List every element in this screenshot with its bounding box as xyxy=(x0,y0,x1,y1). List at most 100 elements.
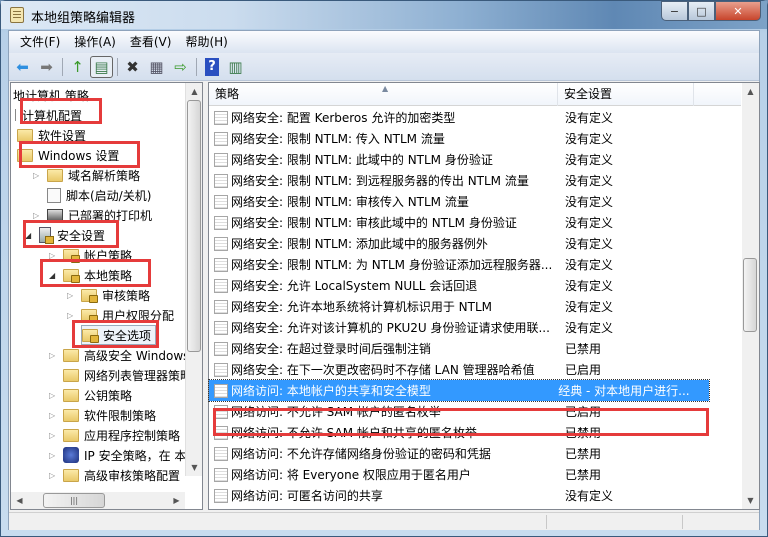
tree-vertical-scrollbar[interactable]: ▲ ▼ xyxy=(185,83,202,476)
column-header-policy[interactable]: ▲ 策略 xyxy=(209,83,558,106)
policy-row[interactable]: 网络安全: 允许对该计算机的 PKU2U 身份验证请求使用联... 没有定义 xyxy=(209,317,741,338)
policy-row[interactable]: 网络访问: 不允许 SAM 帐户的匿名枚举 已启用 xyxy=(209,401,741,422)
column-header-setting[interactable]: 安全设置 xyxy=(558,83,694,106)
properties-icon[interactable]: ▦ xyxy=(145,56,168,78)
scrollbar-thumb[interactable]: ||| xyxy=(43,493,105,508)
scrollbar-thumb[interactable] xyxy=(187,100,201,352)
scroll-down-icon[interactable]: ▼ xyxy=(186,459,203,476)
script-icon xyxy=(47,187,61,203)
policy-row[interactable]: 网络访问: 不允许 SAM 帐户和共享的匿名枚举 已禁用 xyxy=(209,422,741,443)
expand-icon[interactable]: ▷ xyxy=(49,411,59,420)
policy-row[interactable]: 网络安全: 在下一次更改密码时不存储 LAN 管理器哈希值 已启用 xyxy=(209,359,741,380)
policy-row[interactable]: 网络安全: 配置 Kerberos 允许的加密类型 没有定义 xyxy=(209,107,741,128)
policy-row[interactable]: 网络安全: 在超过登录时间后强制注销 已禁用 xyxy=(209,338,741,359)
back-arrow-icon[interactable]: ⬅ xyxy=(11,56,34,78)
scroll-left-icon[interactable]: ◀ xyxy=(11,492,28,509)
expand-icon[interactable]: ▷ xyxy=(67,291,77,300)
policy-row[interactable]: 网络访问: 不允许存储网络身份验证的密码和凭据 已禁用 xyxy=(209,443,741,464)
policy-row[interactable]: 网络访问: 可匿名访问的共享 没有定义 xyxy=(209,485,741,506)
locked-folder-icon xyxy=(63,268,80,283)
delete-icon[interactable]: ✖ xyxy=(121,56,144,78)
ip-security-icon xyxy=(63,447,79,463)
tree-item-computer-config[interactable]: 计算机配置 xyxy=(15,105,82,125)
menu-action[interactable]: 操作(A) xyxy=(67,31,123,53)
show-hide-tree-icon[interactable]: ▤ xyxy=(90,55,113,78)
policy-row[interactable]: 网络安全: 限制 NTLM: 审核传入 NTLM 流量 没有定义 xyxy=(209,191,741,212)
expand-icon[interactable]: ▷ xyxy=(49,391,59,400)
tree-item-network-list-manager[interactable]: 网络列表管理器策略 xyxy=(63,365,192,385)
tree-item-user-rights[interactable]: ▷ 用户权限分配 xyxy=(67,305,174,325)
tree-item-app-control[interactable]: ▷ 应用程序控制策略 xyxy=(49,425,180,445)
expand-icon[interactable]: ▷ xyxy=(33,171,43,180)
tree-item-scripts[interactable]: 脚本(启动/关机) xyxy=(47,185,151,205)
policy-name: 网络安全: 允许 LocalSystem NULL 会话回退 xyxy=(231,279,478,293)
folder-icon xyxy=(17,128,33,142)
scroll-up-icon[interactable]: ▲ xyxy=(186,83,203,100)
policy-setting: 没有定义 xyxy=(565,321,614,335)
tree-item-ip-security[interactable]: ▷ IP 安全策略，在 本地 xyxy=(49,445,198,465)
collapse-icon[interactable]: ◢ xyxy=(25,231,35,240)
list-vertical-scrollbar[interactable]: ▲ ▼ xyxy=(742,83,759,509)
tree-item-public-key[interactable]: ▷ 公钥策略 xyxy=(49,385,132,405)
tree-item-account-policies[interactable]: ▷ 帐户策略 xyxy=(49,245,132,265)
show-hide-action-pane-icon[interactable]: ▥ xyxy=(224,56,247,78)
expand-icon[interactable]: ▷ xyxy=(49,351,59,360)
expand-icon[interactable]: ▷ xyxy=(49,451,59,460)
expand-icon[interactable]: ▷ xyxy=(49,251,59,260)
policy-name: 网络安全: 在超过登录时间后强制注销 xyxy=(231,342,431,356)
menu-view[interactable]: 查看(V) xyxy=(123,31,179,53)
tree-item-security-options[interactable]: 安全选项 xyxy=(81,325,157,345)
tree-item-label: 计算机配置 xyxy=(22,108,83,123)
policy-row[interactable]: 网络安全: 允许 LocalSystem NULL 会话回退 没有定义 xyxy=(209,275,741,296)
policy-row[interactable]: 网络安全: 限制 NTLM: 此域中的 NTLM 身份验证 没有定义 xyxy=(209,149,741,170)
expand-icon[interactable]: ▷ xyxy=(49,431,59,440)
policy-icon xyxy=(214,299,228,314)
tree-item-windows-firewall[interactable]: ▷ 高级安全 Windows xyxy=(49,345,189,365)
scrollbar-thumb[interactable] xyxy=(743,258,757,332)
tree-item-name-resolution-policy[interactable]: ▷ 域名解析策略 xyxy=(33,165,140,185)
policy-row[interactable]: 网络安全: 限制 NTLM: 传入 NTLM 流量 没有定义 xyxy=(209,128,741,149)
up-folder-icon[interactable]: ↑ xyxy=(66,56,89,78)
folder-icon xyxy=(63,428,79,442)
policy-setting: 没有定义 xyxy=(565,237,614,251)
expand-icon[interactable]: ▷ xyxy=(67,311,77,320)
policy-row[interactable]: 网络安全: 限制 NTLM: 为 NTLM 身份验证添加远程服务器... 没有定义 xyxy=(209,254,741,275)
tree-item-windows-settings[interactable]: Windows 设置 xyxy=(17,145,119,165)
policy-icon xyxy=(214,488,228,503)
policy-icon xyxy=(214,362,228,377)
tree-item-local-policies[interactable]: ◢ 本地策略 xyxy=(49,265,132,285)
policy-row[interactable]: 网络安全: 限制 NTLM: 审核此域中的 NTLM 身份验证 没有定义 xyxy=(209,212,741,233)
export-list-icon[interactable]: ⇨ xyxy=(169,56,192,78)
menu-file[interactable]: 文件(F) xyxy=(13,31,67,53)
scroll-up-icon[interactable]: ▲ xyxy=(742,83,759,100)
policy-row[interactable]: 网络安全: 允许本地系统将计算机标识用于 NTLM 没有定义 xyxy=(209,296,741,317)
expand-icon[interactable]: ▷ xyxy=(49,471,59,480)
policy-setting: 经典 - 对本地用户进行... xyxy=(558,384,690,398)
help-icon[interactable]: ? xyxy=(205,57,219,76)
policy-icon xyxy=(214,131,228,146)
security-settings-icon xyxy=(39,227,54,244)
tree-item-deployed-printers[interactable]: ▷ 已部署的打印机 xyxy=(33,205,152,225)
tree-horizontal-scrollbar[interactable]: ◀ ||| ▶ xyxy=(11,492,185,509)
maximize-button[interactable]: □ xyxy=(688,1,715,21)
scroll-right-icon[interactable]: ▶ xyxy=(168,492,185,509)
sort-ascending-icon: ▲ xyxy=(382,84,389,93)
menu-help[interactable]: 帮助(H) xyxy=(178,31,234,53)
tree-item-audit-policy[interactable]: ▷ 审核策略 xyxy=(67,285,150,305)
expand-icon[interactable]: ▷ xyxy=(33,211,43,220)
scroll-down-icon[interactable]: ▼ xyxy=(742,492,759,509)
collapse-icon[interactable]: ◢ xyxy=(49,271,59,280)
policy-row[interactable]: 网络访问: 本地帐户的共享和安全模型 经典 - 对本地用户进行... xyxy=(208,379,710,402)
tree-item-advanced-audit[interactable]: ▷ 高级审核策略配置 xyxy=(49,465,180,485)
policy-row[interactable]: 网络安全: 限制 NTLM: 添加此域中的服务器例外 没有定义 xyxy=(209,233,741,254)
forward-arrow-icon[interactable]: ➡ xyxy=(35,56,58,78)
tree-item-software-settings[interactable]: 软件设置 xyxy=(17,125,86,145)
tree-item-security-settings[interactable]: ◢ 安全设置 xyxy=(25,225,105,245)
policy-row[interactable]: 网络安全: 限制 NTLM: 到远程服务器的传出 NTLM 流量 没有定义 xyxy=(209,170,741,191)
policy-row[interactable]: 网络访问: 将 Everyone 权限应用于匿名用户 已禁用 xyxy=(209,464,741,485)
tree-item-software-restriction[interactable]: ▷ 软件限制策略 xyxy=(49,405,156,425)
locked-folder-icon xyxy=(81,288,98,303)
close-button[interactable]: ✕ xyxy=(715,1,761,21)
minimize-button[interactable]: − xyxy=(661,1,688,21)
tree-root[interactable]: 地计算机 策略 xyxy=(13,87,183,104)
